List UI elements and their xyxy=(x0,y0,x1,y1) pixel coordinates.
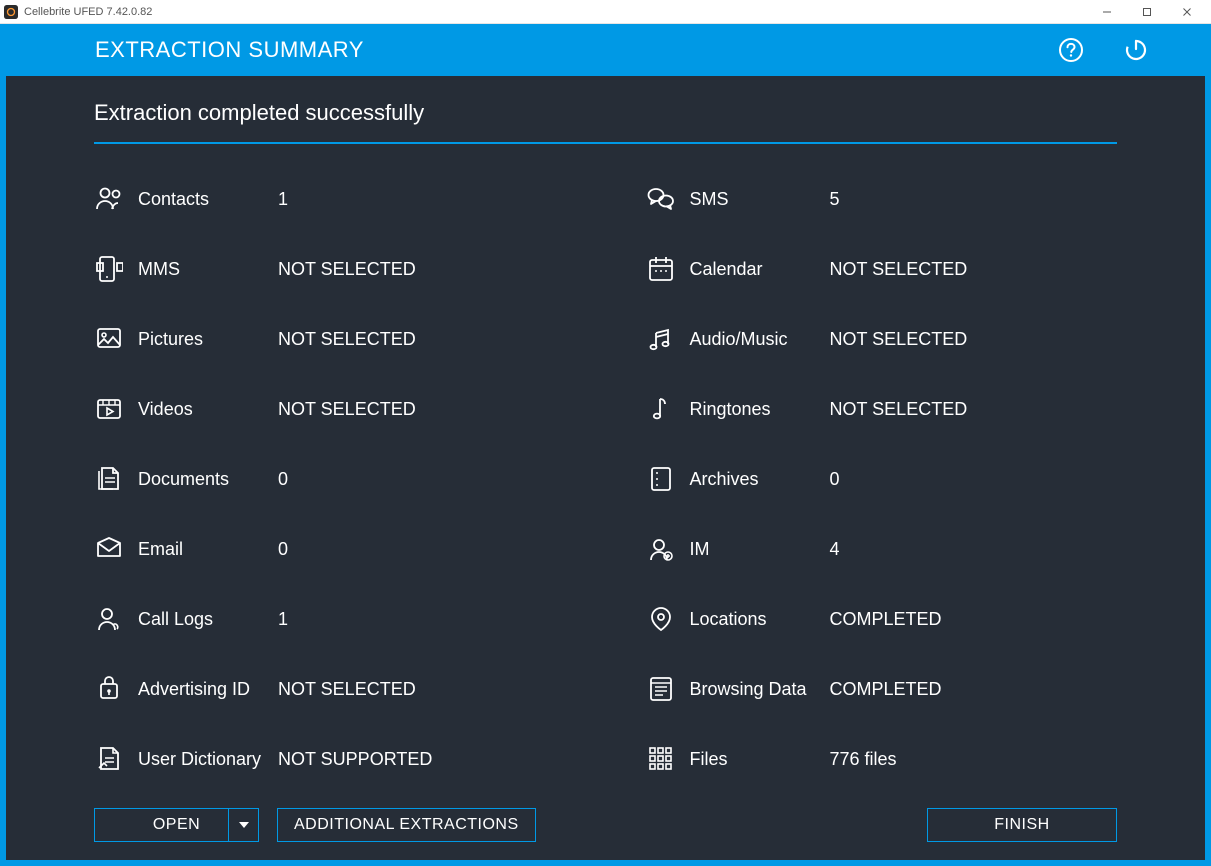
summary-item-label: Archives xyxy=(690,469,830,490)
summary-item-value: COMPLETED xyxy=(830,679,942,700)
archives-icon xyxy=(646,464,676,494)
summary-item-im: IM4 xyxy=(646,514,1118,584)
summary-item-videos: VideosNOT SELECTED xyxy=(94,374,566,444)
dictionary-icon xyxy=(94,744,124,774)
documents-icon xyxy=(94,464,124,494)
summary-item-audio: Audio/MusicNOT SELECTED xyxy=(646,304,1118,374)
summary-item-value: 4 xyxy=(830,539,840,560)
app-icon xyxy=(4,5,18,19)
summary-item-label: Advertising ID xyxy=(138,679,278,700)
summary-item-label: Documents xyxy=(138,469,278,490)
summary-item-mms: MMSNOT SELECTED xyxy=(94,234,566,304)
help-button[interactable] xyxy=(1051,30,1091,70)
window-title: Cellebrite UFED 7.42.0.82 xyxy=(24,6,152,18)
summary-item-label: Calendar xyxy=(690,259,830,280)
calllogs-icon xyxy=(94,604,124,634)
summary-item-label: User Dictionary xyxy=(138,749,278,770)
close-button[interactable] xyxy=(1167,0,1207,24)
window-controls xyxy=(1087,0,1207,24)
summary-item-ringtones: RingtonesNOT SELECTED xyxy=(646,374,1118,444)
summary-item-label: Files xyxy=(690,749,830,770)
finish-button[interactable]: FINISH xyxy=(927,808,1117,842)
pictures-icon xyxy=(94,324,124,354)
summary-item-pictures: PicturesNOT SELECTED xyxy=(94,304,566,374)
summary-grid: Contacts1SMS5MMSNOT SELECTEDCalendarNOT … xyxy=(94,164,1117,794)
summary-item-label: Browsing Data xyxy=(690,679,830,700)
window-titlebar: Cellebrite UFED 7.42.0.82 xyxy=(0,0,1211,24)
summary-item-value: NOT SELECTED xyxy=(830,399,968,420)
divider xyxy=(94,142,1117,144)
summary-item-label: Ringtones xyxy=(690,399,830,420)
summary-item-dictionary: User DictionaryNOT SUPPORTED xyxy=(94,724,566,794)
summary-item-value: NOT SELECTED xyxy=(278,399,416,420)
summary-item-value: NOT SELECTED xyxy=(278,259,416,280)
summary-item-advertising: Advertising IDNOT SELECTED xyxy=(94,654,566,724)
summary-item-calllogs: Call Logs1 xyxy=(94,584,566,654)
summary-item-calendar: CalendarNOT SELECTED xyxy=(646,234,1118,304)
summary-item-archives: Archives0 xyxy=(646,444,1118,514)
summary-item-value: NOT SELECTED xyxy=(830,259,968,280)
summary-item-label: Contacts xyxy=(138,189,278,210)
summary-item-label: MMS xyxy=(138,259,278,280)
summary-item-value: 1 xyxy=(278,189,288,210)
summary-item-value: COMPLETED xyxy=(830,609,942,630)
email-icon xyxy=(94,534,124,564)
summary-item-documents: Documents0 xyxy=(94,444,566,514)
ringtones-icon xyxy=(646,394,676,424)
minimize-button[interactable] xyxy=(1087,0,1127,24)
status-heading: Extraction completed successfully xyxy=(94,100,1117,126)
summary-item-contacts: Contacts1 xyxy=(94,164,566,234)
summary-item-label: SMS xyxy=(690,189,830,210)
open-button-label: OPEN xyxy=(153,816,200,834)
sms-icon xyxy=(646,184,676,214)
locations-icon xyxy=(646,604,676,634)
main-panel: Extraction completed successfully Contac… xyxy=(0,76,1211,866)
summary-item-label: Pictures xyxy=(138,329,278,350)
additional-extractions-button[interactable]: ADDITIONAL EXTRACTIONS xyxy=(277,808,536,842)
summary-item-value: NOT SELECTED xyxy=(278,679,416,700)
additional-extractions-label: ADDITIONAL EXTRACTIONS xyxy=(294,816,519,834)
maximize-button[interactable] xyxy=(1127,0,1167,24)
summary-item-value: 776 files xyxy=(830,749,897,770)
summary-item-label: IM xyxy=(690,539,830,560)
summary-item-value: NOT SUPPORTED xyxy=(278,749,432,770)
files-icon xyxy=(646,744,676,774)
page-title: EXTRACTION SUMMARY xyxy=(95,37,364,63)
videos-icon xyxy=(94,394,124,424)
browsing-icon xyxy=(646,674,676,704)
summary-item-sms: SMS5 xyxy=(646,164,1118,234)
finish-button-label: FINISH xyxy=(994,816,1049,834)
footer-bar: OPEN ADDITIONAL EXTRACTIONS FINISH xyxy=(94,808,1117,842)
summary-item-value: 0 xyxy=(830,469,840,490)
summary-item-label: Videos xyxy=(138,399,278,420)
calendar-icon xyxy=(646,254,676,284)
summary-item-browsing: Browsing DataCOMPLETED xyxy=(646,654,1118,724)
summary-item-locations: LocationsCOMPLETED xyxy=(646,584,1118,654)
open-button[interactable]: OPEN xyxy=(94,808,259,842)
summary-item-value: NOT SELECTED xyxy=(278,329,416,350)
summary-item-label: Email xyxy=(138,539,278,560)
mms-icon xyxy=(94,254,124,284)
summary-item-value: 1 xyxy=(278,609,288,630)
open-dropdown-caret[interactable] xyxy=(228,809,258,841)
summary-item-value: NOT SELECTED xyxy=(830,329,968,350)
summary-item-value: 5 xyxy=(830,189,840,210)
contacts-icon xyxy=(94,184,124,214)
summary-item-label: Audio/Music xyxy=(690,329,830,350)
summary-item-email: Email0 xyxy=(94,514,566,584)
summary-item-label: Locations xyxy=(690,609,830,630)
summary-item-value: 0 xyxy=(278,539,288,560)
summary-item-label: Call Logs xyxy=(138,609,278,630)
summary-item-value: 0 xyxy=(278,469,288,490)
summary-item-files: Files776 files xyxy=(646,724,1118,794)
power-button[interactable] xyxy=(1116,30,1156,70)
advertising-icon xyxy=(94,674,124,704)
audio-icon xyxy=(646,324,676,354)
im-icon xyxy=(646,534,676,564)
header-bar: EXTRACTION SUMMARY xyxy=(0,24,1211,76)
